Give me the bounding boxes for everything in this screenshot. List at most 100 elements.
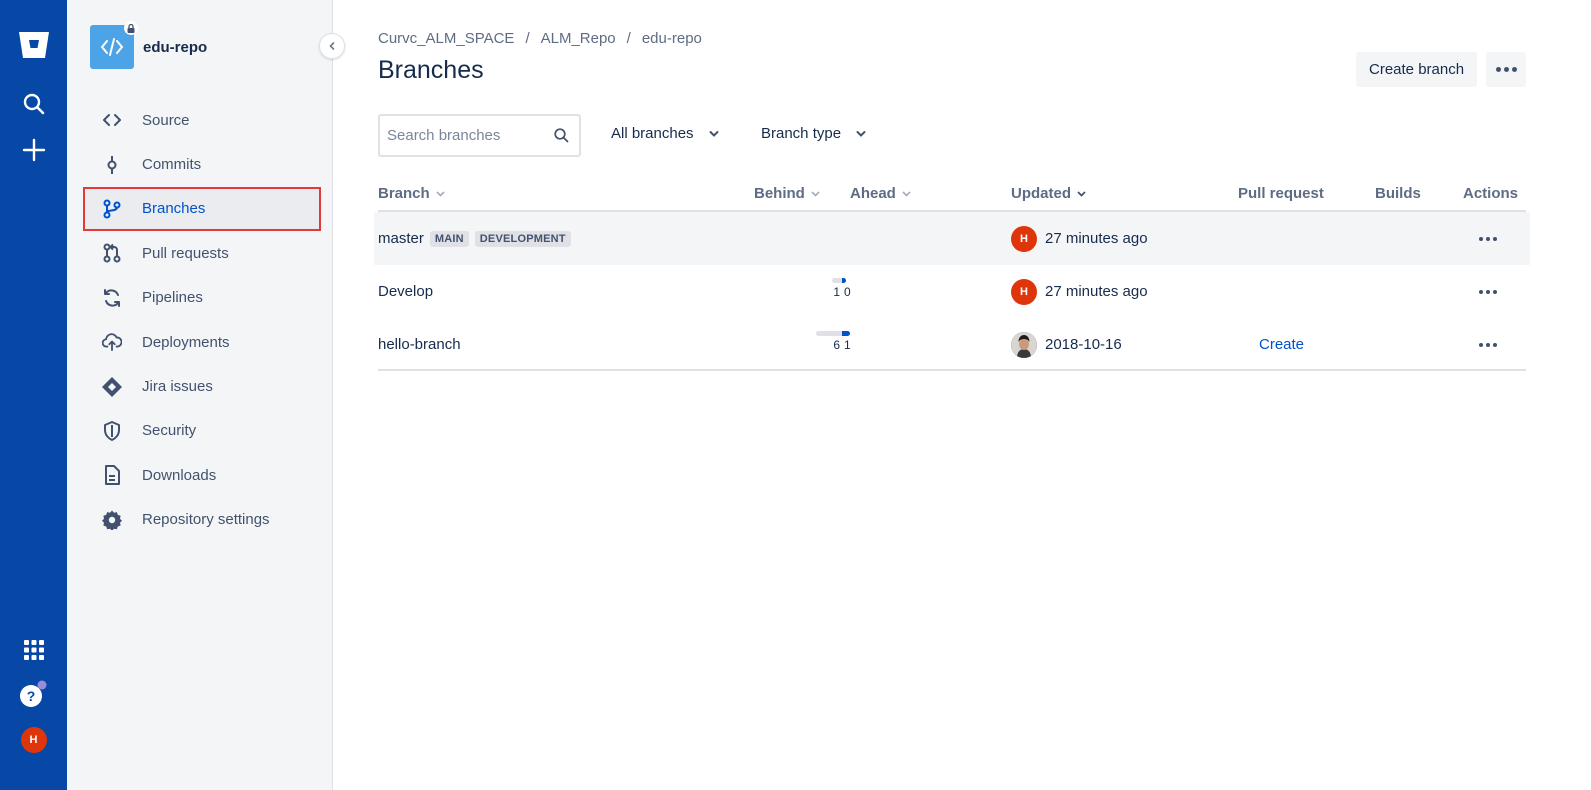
column-branch[interactable]: Branch [378, 185, 445, 202]
sidebar-item-deployments[interactable]: Deployments [83, 320, 321, 364]
more-icon [1495, 67, 1517, 72]
lock-icon [124, 21, 138, 35]
row-actions-button[interactable] [1479, 212, 1497, 265]
search-input[interactable] [387, 127, 547, 144]
ahead-count: 1 [844, 338, 851, 352]
shield-icon [102, 420, 122, 441]
all-branches-dropdown[interactable]: All branches [611, 125, 719, 142]
more-actions-button[interactable] [1486, 52, 1526, 87]
ahead-bar [842, 331, 850, 336]
branch-type-label: Branch type [761, 125, 842, 142]
source-icon [102, 110, 122, 130]
create-pull-request-link[interactable]: Create [1259, 336, 1304, 353]
branch-cell: master MAIN DEVELOPMENT [378, 212, 571, 265]
column-actions: Actions [1463, 185, 1519, 202]
column-builds: Builds [1375, 185, 1421, 202]
sidebar-item-commits[interactable]: Commits [83, 142, 321, 186]
sidebar-item-security[interactable]: Security [83, 409, 321, 453]
sidebar-item-source[interactable]: Source [83, 98, 321, 142]
branch-cell: hello-branch [378, 318, 461, 371]
chevron-down-icon [436, 190, 445, 197]
updated-time: 27 minutes ago [1045, 230, 1148, 247]
svg-text:?: ? [26, 688, 35, 704]
chevron-down-icon [856, 130, 866, 137]
sidebar-item-label: Pipelines [142, 289, 203, 307]
chevron-down-icon [811, 190, 820, 197]
chevron-down-icon [902, 190, 911, 197]
global-nav: ? H [0, 0, 67, 790]
sidebar-item-jira-issues[interactable]: Jira issues [83, 364, 321, 408]
table-row[interactable]: Develop 1 0 H 27 minutes ago [378, 265, 1526, 318]
help-icon[interactable]: ? [0, 680, 67, 710]
avatar [1011, 331, 1037, 358]
sidebar-item-label: Downloads [142, 466, 217, 484]
sidebar: edu-repo Source Commits Branches Pull re… [67, 0, 345, 790]
sidebar-item-branches[interactable]: Branches [83, 186, 321, 232]
updated-time: 27 minutes ago [1045, 283, 1148, 300]
page-title: Branches [378, 56, 484, 84]
downloads-icon [102, 465, 122, 486]
avatar: H [1011, 278, 1037, 305]
breadcrumb: Curvc_ALM_SPACE / ALM_Repo / edu-repo [378, 30, 702, 47]
more-icon [1479, 342, 1497, 347]
table-row[interactable]: hello-branch 6 1 2018-10-16 Create [378, 318, 1526, 371]
column-ahead[interactable]: Ahead [850, 185, 911, 202]
updated-time: 2018-10-16 [1045, 336, 1122, 353]
all-branches-label: All branches [611, 125, 694, 142]
user-avatar[interactable]: H [0, 727, 67, 753]
plus-icon[interactable] [0, 138, 67, 162]
repo-name: edu-repo [143, 38, 208, 56]
behind-bar [816, 331, 842, 336]
row-actions-button[interactable] [1479, 265, 1497, 318]
commits-icon [102, 155, 122, 175]
search-branches[interactable] [378, 114, 581, 157]
row-actions-button[interactable] [1479, 318, 1497, 371]
sidebar-item-label: Repository settings [142, 511, 270, 529]
column-behind[interactable]: Behind [754, 185, 820, 202]
chevron-down-icon [709, 130, 719, 137]
sidebar-nav: Source Commits Branches Pull requests Pi… [83, 98, 321, 542]
sidebar-item-label: Jira issues [142, 378, 213, 396]
updated-cell: H 27 minutes ago [1011, 265, 1148, 318]
sidebar-item-label: Pull requests [142, 244, 229, 262]
more-icon [1479, 236, 1497, 241]
branch-type-dropdown[interactable]: Branch type [761, 125, 866, 142]
avatar: H [20, 727, 47, 753]
avatar: H [1011, 225, 1037, 252]
bitbucket-logo-icon[interactable] [0, 28, 67, 62]
branch-name-link[interactable]: Develop [378, 283, 433, 300]
repo-header[interactable]: edu-repo [90, 21, 208, 69]
breadcrumb-repo[interactable]: edu-repo [642, 30, 702, 47]
updated-cell: H 27 minutes ago [1011, 212, 1148, 265]
behind-ahead-indicator: 1 0 [812, 278, 872, 308]
search-icon[interactable] [0, 92, 67, 116]
search-icon [554, 128, 569, 148]
gear-icon [102, 510, 122, 530]
branches-table: Branch Behind Ahead Updated Pull request… [374, 176, 1530, 371]
chevron-down-icon [1077, 190, 1086, 197]
column-updated[interactable]: Updated [1011, 185, 1086, 202]
table-row[interactable]: master MAIN DEVELOPMENT H 27 minutes ago [374, 212, 1530, 265]
updated-cell: 2018-10-16 [1011, 318, 1122, 371]
sidebar-item-pipelines[interactable]: Pipelines [83, 276, 321, 320]
sidebar-item-pull-requests[interactable]: Pull requests [83, 231, 321, 275]
column-pull-request: Pull request [1238, 185, 1324, 202]
chevron-left-icon [329, 42, 335, 50]
branch-name-link[interactable]: master [378, 230, 424, 247]
app-switcher-icon[interactable] [0, 640, 67, 660]
behind-ahead-indicator: 6 1 [812, 331, 872, 361]
sidebar-item-repository-settings[interactable]: Repository settings [83, 498, 321, 542]
table-header: Branch Behind Ahead Updated Pull request… [378, 176, 1526, 212]
ahead-count: 0 [844, 285, 851, 299]
breadcrumb-project[interactable]: ALM_Repo [541, 30, 616, 47]
jira-icon [102, 376, 122, 397]
breadcrumb-workspace[interactable]: Curvc_ALM_SPACE [378, 30, 514, 47]
branch-badge-development: DEVELOPMENT [474, 230, 571, 247]
collapse-sidebar-button[interactable] [319, 33, 345, 59]
create-branch-button[interactable]: Create branch [1356, 52, 1478, 87]
sidebar-item-label: Security [142, 422, 197, 440]
sidebar-item-downloads[interactable]: Downloads [83, 453, 321, 497]
branch-name-link[interactable]: hello-branch [378, 336, 461, 353]
sidebar-item-label: Deployments [142, 333, 230, 351]
main-content: Curvc_ALM_SPACE / ALM_Repo / edu-repo Br… [374, 0, 1530, 790]
